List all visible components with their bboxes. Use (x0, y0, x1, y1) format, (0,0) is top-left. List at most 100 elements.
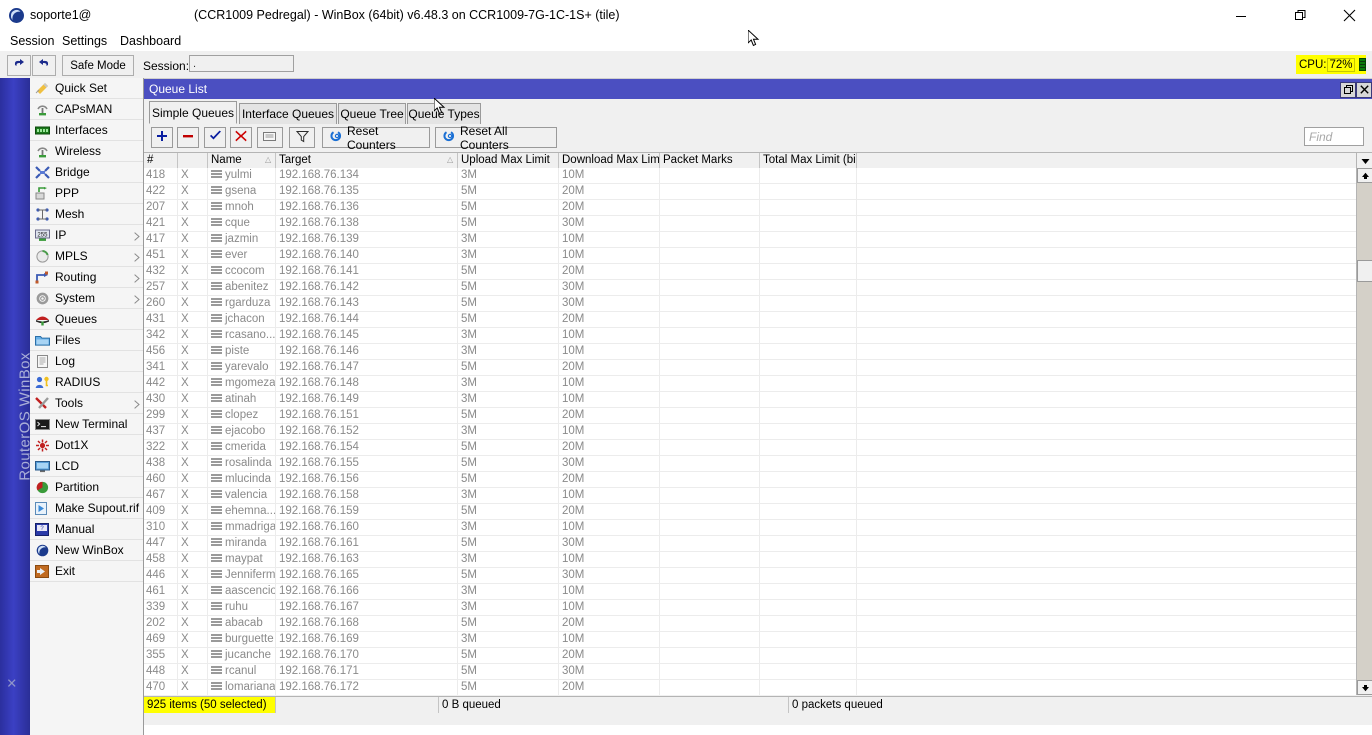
table-row[interactable]: 432Xccocom192.168.76.1415M20M (144, 264, 1356, 280)
table-row[interactable]: 207Xmnoh192.168.76.1365M20M (144, 200, 1356, 216)
sidebar-item-wireless[interactable]: Wireless (30, 141, 143, 162)
table-row[interactable]: 418Xyulmi192.168.76.1343M10M (144, 168, 1356, 184)
vertical-scrollbar[interactable] (1356, 168, 1372, 695)
filter-button[interactable] (289, 127, 315, 148)
table-row[interactable]: 322Xcmerida192.168.76.1545M20M (144, 440, 1356, 456)
maximize-button[interactable] (1278, 0, 1324, 31)
table-row[interactable]: 438Xrosalinda192.168.76.1555M30M (144, 456, 1356, 472)
column-header-total-max-limit[interactable]: Total Max Limit (bi... (760, 153, 857, 168)
table-row[interactable]: 202Xabacab192.168.76.1685M20M (144, 616, 1356, 632)
sidebar-item-partition[interactable]: Partition (30, 477, 143, 498)
table-row[interactable]: 341Xyarevalo192.168.76.1475M20M (144, 360, 1356, 376)
table-row[interactable]: 456Xpiste192.168.76.1463M10M (144, 344, 1356, 360)
table-row[interactable]: 458Xmaypat192.168.76.1633M10M (144, 552, 1356, 568)
table-row[interactable]: 446XJenniferm192.168.76.1655M30M (144, 568, 1356, 584)
menu-settings[interactable]: Settings (58, 33, 111, 49)
column-header-flags[interactable] (178, 153, 208, 168)
table-row[interactable]: 257Xabenitez192.168.76.1425M30M (144, 280, 1356, 296)
table-row[interactable]: 422Xgsena192.168.76.1355M20M (144, 184, 1356, 200)
tab-interface-queues[interactable]: Interface Queues (239, 103, 337, 124)
sidebar-item-capsman[interactable]: CAPsMAN (30, 99, 143, 120)
queue-table-body[interactable]: 418Xyulmi192.168.76.1343M10M422Xgsena192… (144, 168, 1356, 695)
table-row[interactable]: 260Xrgarduza192.168.76.1435M30M (144, 296, 1356, 312)
column-header-download-max-limit[interactable]: Download Max Limit (559, 153, 660, 168)
sidebar-item-ip[interactable]: 255IP (30, 225, 143, 246)
reset-all-counters-button[interactable]: Reset All Counters (435, 127, 557, 148)
table-row[interactable]: 442Xmgomeza192.168.76.1483M10M (144, 376, 1356, 392)
sidebar-item-bridge[interactable]: Bridge (30, 162, 143, 183)
column-chooser-button[interactable] (1356, 153, 1372, 168)
minimize-button[interactable] (1218, 0, 1264, 31)
column-header-target[interactable]: Target△ (276, 153, 458, 168)
session-input[interactable]: . (189, 55, 294, 72)
table-row[interactable]: 409Xehemna...192.168.76.1595M20M (144, 504, 1356, 520)
sidebar-item-mesh[interactable]: Mesh (30, 204, 143, 225)
find-input[interactable]: Find (1304, 127, 1364, 146)
reset-counters-button[interactable]: Reset Counters (322, 127, 430, 148)
remove-button[interactable] (177, 127, 199, 148)
sidebar-item-new-terminal[interactable]: New Terminal (30, 414, 143, 435)
sidebar-item-new-winbox[interactable]: New WinBox (30, 540, 143, 561)
cell-upload: 5M (458, 200, 559, 215)
queue-restore-button[interactable] (1340, 82, 1356, 98)
scroll-down-button[interactable] (1357, 680, 1372, 695)
table-row[interactable]: 460Xmlucinda192.168.76.1565M20M (144, 472, 1356, 488)
table-row[interactable]: 417Xjazmin192.168.76.1393M10M (144, 232, 1356, 248)
table-row[interactable]: 437Xejacobo192.168.76.1523M10M (144, 424, 1356, 440)
sidebar-item-files[interactable]: Files (30, 330, 143, 351)
close-menu-icon[interactable]: ✕ (4, 678, 20, 689)
sidebar-item-quick-set[interactable]: Quick Set (30, 78, 143, 99)
sidebar-item-routing[interactable]: Routing (30, 267, 143, 288)
table-row[interactable]: 430Xatinah192.168.76.1493M10M (144, 392, 1356, 408)
table-row[interactable]: 342Xrcasano...192.168.76.1453M10M (144, 328, 1356, 344)
table-row[interactable]: 461Xaascencio192.168.76.1663M10M (144, 584, 1356, 600)
table-row[interactable]: 431Xjchacon192.168.76.1445M20M (144, 312, 1356, 328)
sidebar-item-radius[interactable]: RADIUS (30, 372, 143, 393)
enable-button[interactable] (204, 127, 226, 148)
sidebar-item-queues[interactable]: Queues (30, 309, 143, 330)
table-row[interactable]: 467Xvalencia192.168.76.1583M10M (144, 488, 1356, 504)
table-row[interactable]: 310Xmmadrigal192.168.76.1603M10M (144, 520, 1356, 536)
add-button[interactable] (151, 127, 173, 148)
cell-download: 20M (559, 312, 660, 327)
queue-close-button[interactable] (1356, 82, 1372, 98)
table-row[interactable]: 355Xjucanche192.168.76.1705M20M (144, 648, 1356, 664)
sidebar-item-mpls[interactable]: MPLS (30, 246, 143, 267)
sidebar-item-dot1x[interactable]: Dot1X (30, 435, 143, 456)
scroll-up-button[interactable] (1357, 168, 1372, 183)
sidebar-item-exit[interactable]: Exit (30, 561, 143, 582)
disable-button[interactable] (230, 127, 252, 148)
safe-mode-button[interactable]: Safe Mode (62, 55, 134, 76)
sidebar-item-system[interactable]: System (30, 288, 143, 309)
cell-flag: X (178, 664, 208, 679)
sidebar-item-tools[interactable]: Tools (30, 393, 143, 414)
table-row[interactable]: 447Xmiranda192.168.76.1615M30M (144, 536, 1356, 552)
table-row[interactable]: 451Xever192.168.76.1403M10M (144, 248, 1356, 264)
table-row[interactable]: 469Xburguette192.168.76.1693M10M (144, 632, 1356, 648)
tab-simple-queues[interactable]: Simple Queues (149, 101, 237, 124)
table-row[interactable]: 421Xcque192.168.76.1385M30M (144, 216, 1356, 232)
close-button[interactable] (1326, 0, 1372, 31)
column-header-packet-marks[interactable]: Packet Marks (660, 153, 760, 168)
sidebar-item-log[interactable]: Log (30, 351, 143, 372)
table-row[interactable]: 448Xrcanul192.168.76.1715M30M (144, 664, 1356, 680)
table-row[interactable]: 470Xlomariana192.168.76.1725M20M (144, 680, 1356, 695)
table-row[interactable]: 339Xruhu192.168.76.1673M10M (144, 600, 1356, 616)
comment-button[interactable] (257, 127, 283, 148)
redo-button[interactable] (32, 55, 56, 76)
undo-button[interactable] (7, 55, 31, 76)
column-header-num[interactable]: # (144, 153, 178, 168)
menu-dashboard[interactable]: Dashboard (116, 33, 185, 49)
scrollbar-thumb[interactable] (1357, 260, 1372, 282)
sidebar-item-ppp[interactable]: PPP (30, 183, 143, 204)
sidebar-item-lcd[interactable]: LCD (30, 456, 143, 477)
tab-queue-tree[interactable]: Queue Tree (338, 103, 406, 124)
column-header-upload-max-limit[interactable]: Upload Max Limit (458, 153, 559, 168)
table-row[interactable]: 299Xclopez192.168.76.1515M20M (144, 408, 1356, 424)
sidebar-item-manual[interactable]: ?Manual (30, 519, 143, 540)
sidebar-item-make-supout-rif[interactable]: Make Supout.rif (30, 498, 143, 519)
session-user-label: soporte1@ (30, 8, 91, 22)
menu-session[interactable]: Session (6, 33, 58, 49)
column-header-name[interactable]: Name△ (208, 153, 276, 168)
sidebar-item-interfaces[interactable]: Interfaces (30, 120, 143, 141)
